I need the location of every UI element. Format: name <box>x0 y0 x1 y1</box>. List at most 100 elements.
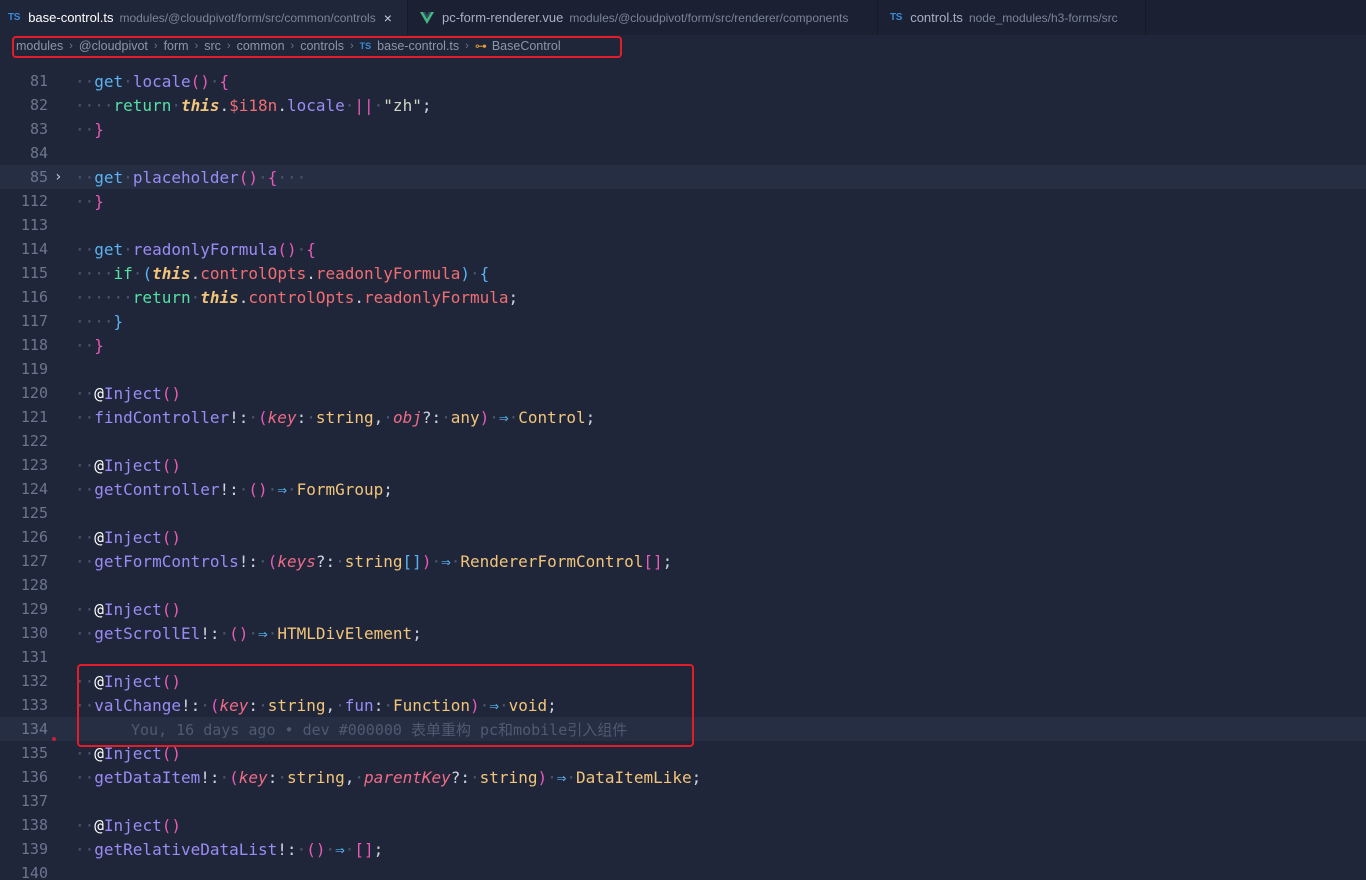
code-line: 136 ··getDataItem!:·(key:·string,·parent… <box>0 765 1366 789</box>
code-line: 124 ··getController!:·()·⇒·FormGroup; <box>0 477 1366 501</box>
chevron-right-icon: › <box>290 40 295 52</box>
tab-filename: base-control.ts <box>28 10 114 25</box>
code-text: ··} <box>75 335 104 355</box>
code-line: 132 ··@Inject() <box>0 669 1366 693</box>
code-line: 129 ··@Inject() <box>0 597 1366 621</box>
code-line: 117 ····} <box>0 309 1366 333</box>
line-number: 85 <box>29 168 48 186</box>
code-line: 83 ··} <box>0 117 1366 141</box>
line-number: 133 <box>20 696 48 714</box>
code-text: ····} <box>75 311 124 331</box>
breadcrumb-file[interactable]: TS base-control.ts <box>360 39 460 53</box>
code-line: 115 ····if·(this.controlOpts.readonlyFor… <box>0 261 1366 285</box>
line-number: 115 <box>20 264 48 282</box>
chevron-right-icon[interactable]: › <box>54 169 62 185</box>
line-number: 121 <box>20 408 48 426</box>
typescript-icon: TS <box>8 12 21 23</box>
line-number: 136 <box>20 768 48 786</box>
code-line: 126 ··@Inject() <box>0 525 1366 549</box>
close-icon[interactable]: × <box>384 11 392 25</box>
code-text: ··} <box>75 191 104 211</box>
line-number: 112 <box>20 192 48 210</box>
tab-filepath: modules/@cloudpivot/form/src/renderer/co… <box>569 10 849 25</box>
code-text: ··@Inject() <box>75 815 181 835</box>
code-line: 133 ··valChange!:·(key:·string,·fun:·Fun… <box>0 693 1366 717</box>
tab-filename: control.ts <box>910 10 963 25</box>
line-number: 116 <box>20 288 48 306</box>
breadcrumb-item[interactable]: modules <box>16 39 63 53</box>
line-number: 131 <box>20 648 48 666</box>
chevron-right-icon: › <box>153 40 158 52</box>
code-text: ··@Inject() <box>75 599 181 619</box>
tab-control[interactable]: TS control.ts node_modules/h3-forms/src <box>878 0 1146 35</box>
code-line: 139 ··getRelativeDataList!:·()·⇒·[]; <box>0 837 1366 861</box>
code-text: ··get·readonlyFormula()·{ <box>75 239 316 259</box>
code-text: ··get·placeholder()·{··· <box>75 167 307 187</box>
line-number: 128 <box>20 576 48 594</box>
code-text: ··findController!:·(key:·string,·obj?:·a… <box>75 407 596 427</box>
chevron-right-icon: › <box>194 40 199 52</box>
line-number: 123 <box>20 456 48 474</box>
code-text: ··@Inject() <box>75 455 181 475</box>
line-number: 124 <box>20 480 48 498</box>
code-line: 125 <box>0 501 1366 525</box>
code-line: 127 ··getFormControls!:·(keys?:·string[]… <box>0 549 1366 573</box>
code-line: 113 <box>0 213 1366 237</box>
code-text: ··getDataItem!:·(key:·string,·parentKey?… <box>75 767 702 787</box>
line-number: 137 <box>20 792 48 810</box>
breadcrumb-item[interactable]: @cloudpivot <box>79 39 148 53</box>
breadcrumb-item[interactable]: controls <box>300 39 344 53</box>
code-text: ··} <box>75 119 104 139</box>
breadcrumb-symbol[interactable]: ⊶ BaseControl <box>475 39 561 53</box>
line-number: 114 <box>20 240 48 258</box>
code-line: 120 ··@Inject() <box>0 381 1366 405</box>
breadcrumb-item[interactable]: form <box>164 39 189 53</box>
line-number: 84 <box>29 144 48 162</box>
tab-base-control[interactable]: TS base-control.ts modules/@cloudpivot/f… <box>0 0 408 35</box>
line-number: 140 <box>20 864 48 880</box>
code-line: 135 ··@Inject() <box>0 741 1366 765</box>
code-line: 81 ··get·locale()·{ <box>0 69 1366 93</box>
code-line: 134 You, 16 days ago • dev #000000 表单重构 … <box>0 717 1366 741</box>
code-line: 82 ····return·this.$i18n.locale·||·"zh"; <box>0 93 1366 117</box>
tab-pc-form-renderer[interactable]: pc-form-renderer.vue modules/@cloudpivot… <box>408 0 878 35</box>
chevron-right-icon: › <box>465 40 469 52</box>
class-symbol-icon: ⊶ <box>474 39 487 53</box>
tab-filename: pc-form-renderer.vue <box>442 10 564 25</box>
line-number: 134 <box>20 720 48 738</box>
code-line: 128 <box>0 573 1366 597</box>
git-blame-annotation: You, 16 days ago • dev #000000 表单重构 pc和m… <box>131 720 628 739</box>
breadcrumb-item[interactable]: common <box>237 39 285 53</box>
breadcrumb-item[interactable]: src <box>204 39 221 53</box>
code-line: 140 <box>0 861 1366 880</box>
code-text: ··get·locale()·{ <box>75 71 230 91</box>
code-text: ··valChange!:·(key:·string,·fun:·Functio… <box>75 695 557 715</box>
line-number: 129 <box>20 600 48 618</box>
breadcrumb-symbol-label: BaseControl <box>491 39 561 53</box>
code-line: 121 ··findController!:·(key:·string,·obj… <box>0 405 1366 429</box>
chevron-right-icon: › <box>69 40 73 52</box>
breadcrumb: modules › @cloudpivot › form › src › com… <box>0 35 1366 57</box>
line-number: 83 <box>29 120 48 138</box>
code-line: 116 ······return·this.controlOpts.readon… <box>0 285 1366 309</box>
code-line: 122 <box>0 429 1366 453</box>
code-line: 85 › ··get·placeholder()·{··· <box>0 165 1366 189</box>
code-text: ··getController!:·()·⇒·FormGroup; <box>75 479 393 499</box>
code-line: 137 <box>0 789 1366 813</box>
code-line: 130 ··getScrollEl!:·()·⇒·HTMLDivElement; <box>0 621 1366 645</box>
code-line: 114 ··get·readonlyFormula()·{ <box>0 237 1366 261</box>
line-number: 126 <box>20 528 48 546</box>
code-text: ··@Inject() <box>75 743 181 763</box>
code-line: 131 <box>0 645 1366 669</box>
vue-icon <box>420 11 434 24</box>
tab-filepath: modules/@cloudpivot/form/src/common/cont… <box>119 10 376 25</box>
line-number: 130 <box>20 624 48 642</box>
line-number: 135 <box>20 744 48 762</box>
chevron-right-icon: › <box>349 40 354 52</box>
code-text: ······return·this.controlOpts.readonlyFo… <box>75 287 519 307</box>
line-number: 122 <box>20 432 48 450</box>
code-text: ····if·(this.controlOpts.readonlyFormula… <box>75 263 490 283</box>
breadcrumb-file-label: base-control.ts <box>377 39 460 53</box>
code-line: 84 <box>0 141 1366 165</box>
code-editor[interactable]: 81 ··get·locale()·{ 82 ····return·this.$… <box>0 57 1366 880</box>
